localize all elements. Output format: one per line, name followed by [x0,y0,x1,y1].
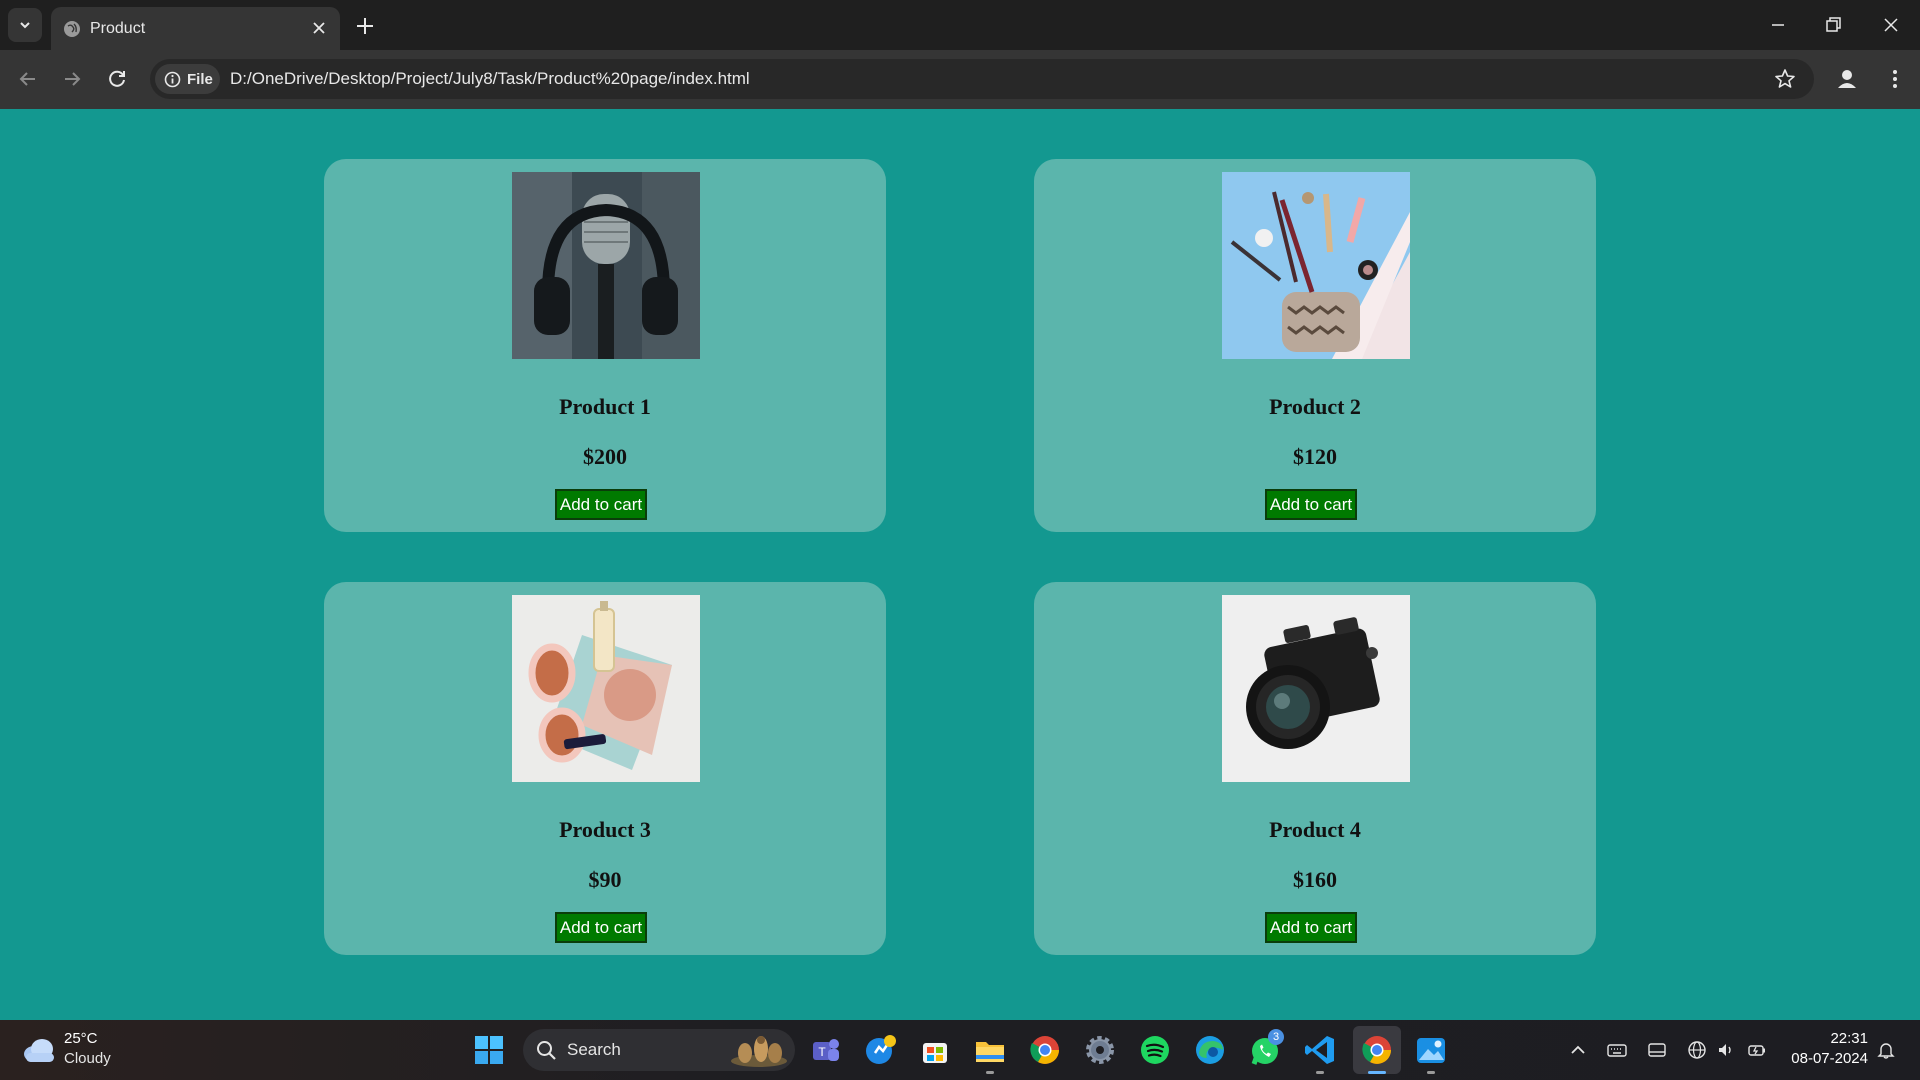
copilot-help-icon[interactable] [863,1033,897,1067]
clock-date[interactable]: 08-07-2024 [1791,1050,1868,1067]
product-image-headphones [512,172,700,359]
running-indicator [1427,1071,1435,1074]
browser-tab[interactable]: Product [51,7,340,50]
product-name: Product 2 [1269,394,1361,419]
clock-time[interactable]: 22:31 [1830,1030,1868,1047]
battery-icon[interactable] [1747,1040,1767,1060]
product-image-makeup [1222,172,1410,359]
globe-icon [64,21,80,37]
product-card: Product 3 $90 Add to cart [324,582,886,955]
settings-gear-icon[interactable] [1083,1033,1117,1067]
more-menu-icon[interactable] [1883,67,1907,91]
network-globe-icon[interactable] [1687,1040,1707,1060]
product-price: $120 [1293,444,1337,469]
product-name: Product 1 [559,394,651,419]
notification-bell-icon[interactable] [1876,1040,1896,1060]
search-icon [537,1041,556,1060]
browser-tab-bar: Product [0,0,1920,50]
product-image-camera [1222,595,1410,782]
new-tab-icon[interactable] [354,15,376,37]
chevron-down-icon [20,22,30,29]
active-indicator [1368,1071,1386,1074]
vscode-icon[interactable] [1303,1033,1337,1067]
product-card: Product 4 $160 Add to cart [1034,582,1596,955]
cloud-icon[interactable] [22,1035,56,1065]
minimize-icon[interactable] [1767,14,1789,36]
file-explorer-icon[interactable] [973,1033,1007,1067]
spotify-icon[interactable] [1138,1033,1172,1067]
display-icon[interactable] [1647,1040,1667,1060]
restore-icon[interactable] [1822,14,1844,36]
tab-title: Product [90,20,146,37]
product-price: $90 [588,867,622,892]
add-to-cart-button[interactable]: Add to cart [1265,912,1357,943]
add-to-cart-button[interactable]: Add to cart [1265,489,1357,520]
product-card: Product 2 $120 Add to cart [1034,159,1596,532]
site-info-chip[interactable]: File [155,64,220,94]
product-price: $160 [1293,867,1337,892]
close-tab-icon[interactable] [310,19,328,37]
product-card: Product 1 $200 Add to cart [324,159,886,532]
bookmark-star-icon[interactable] [1774,68,1796,90]
windows-start-icon[interactable] [472,1033,506,1067]
site-info-label: File [187,70,213,88]
running-indicator [986,1071,994,1074]
url-text[interactable]: D:/OneDrive/Desktop/Project/July8/Task/P… [230,69,750,89]
product-name: Product 3 [559,817,651,842]
chrome-active-icon[interactable] [1360,1033,1394,1067]
add-to-cart-button[interactable]: Add to cart [555,489,647,520]
info-icon [164,71,181,87]
product-image-sunglasses [512,595,700,782]
weather-condition[interactable]: Cloudy [64,1050,111,1067]
volume-icon[interactable] [1716,1040,1736,1060]
add-to-cart-button[interactable]: Add to cart [555,912,647,943]
forward-icon[interactable] [60,67,84,91]
weather-temperature[interactable]: 25°C [64,1030,98,1047]
browser-toolbar: File D:/OneDrive/Desktop/Project/July8/T… [0,50,1920,109]
reload-icon[interactable] [105,67,129,91]
search-placeholder: Search [567,1040,621,1059]
tab-search-button[interactable] [8,8,42,42]
keyboard-icon[interactable] [1607,1040,1627,1060]
show-hidden-icons-chevron-up-icon[interactable] [1568,1040,1588,1060]
search-highlight-icon [731,1036,787,1067]
close-window-icon[interactable] [1880,14,1902,36]
taskbar-search[interactable]: Search [523,1029,795,1071]
whatsapp-notification-badge: 3 [1268,1029,1284,1045]
taskbar: 25°C Cloudy Search T 3 22:31 08-07-2024 [0,1020,1920,1080]
profile-icon[interactable] [1835,67,1859,91]
microsoft-store-icon[interactable] [918,1033,952,1067]
running-indicator [1316,1071,1324,1074]
chrome-icon[interactable] [1028,1033,1062,1067]
edge-icon[interactable] [1193,1033,1227,1067]
svg-text:T: T [818,1045,826,1059]
product-name: Product 4 [1269,817,1361,842]
teams-icon[interactable]: T [808,1033,842,1067]
address-bar[interactable]: File D:/OneDrive/Desktop/Project/July8/T… [150,59,1814,99]
back-icon[interactable] [16,67,40,91]
photos-icon[interactable] [1414,1033,1448,1067]
product-price: $200 [583,444,627,469]
